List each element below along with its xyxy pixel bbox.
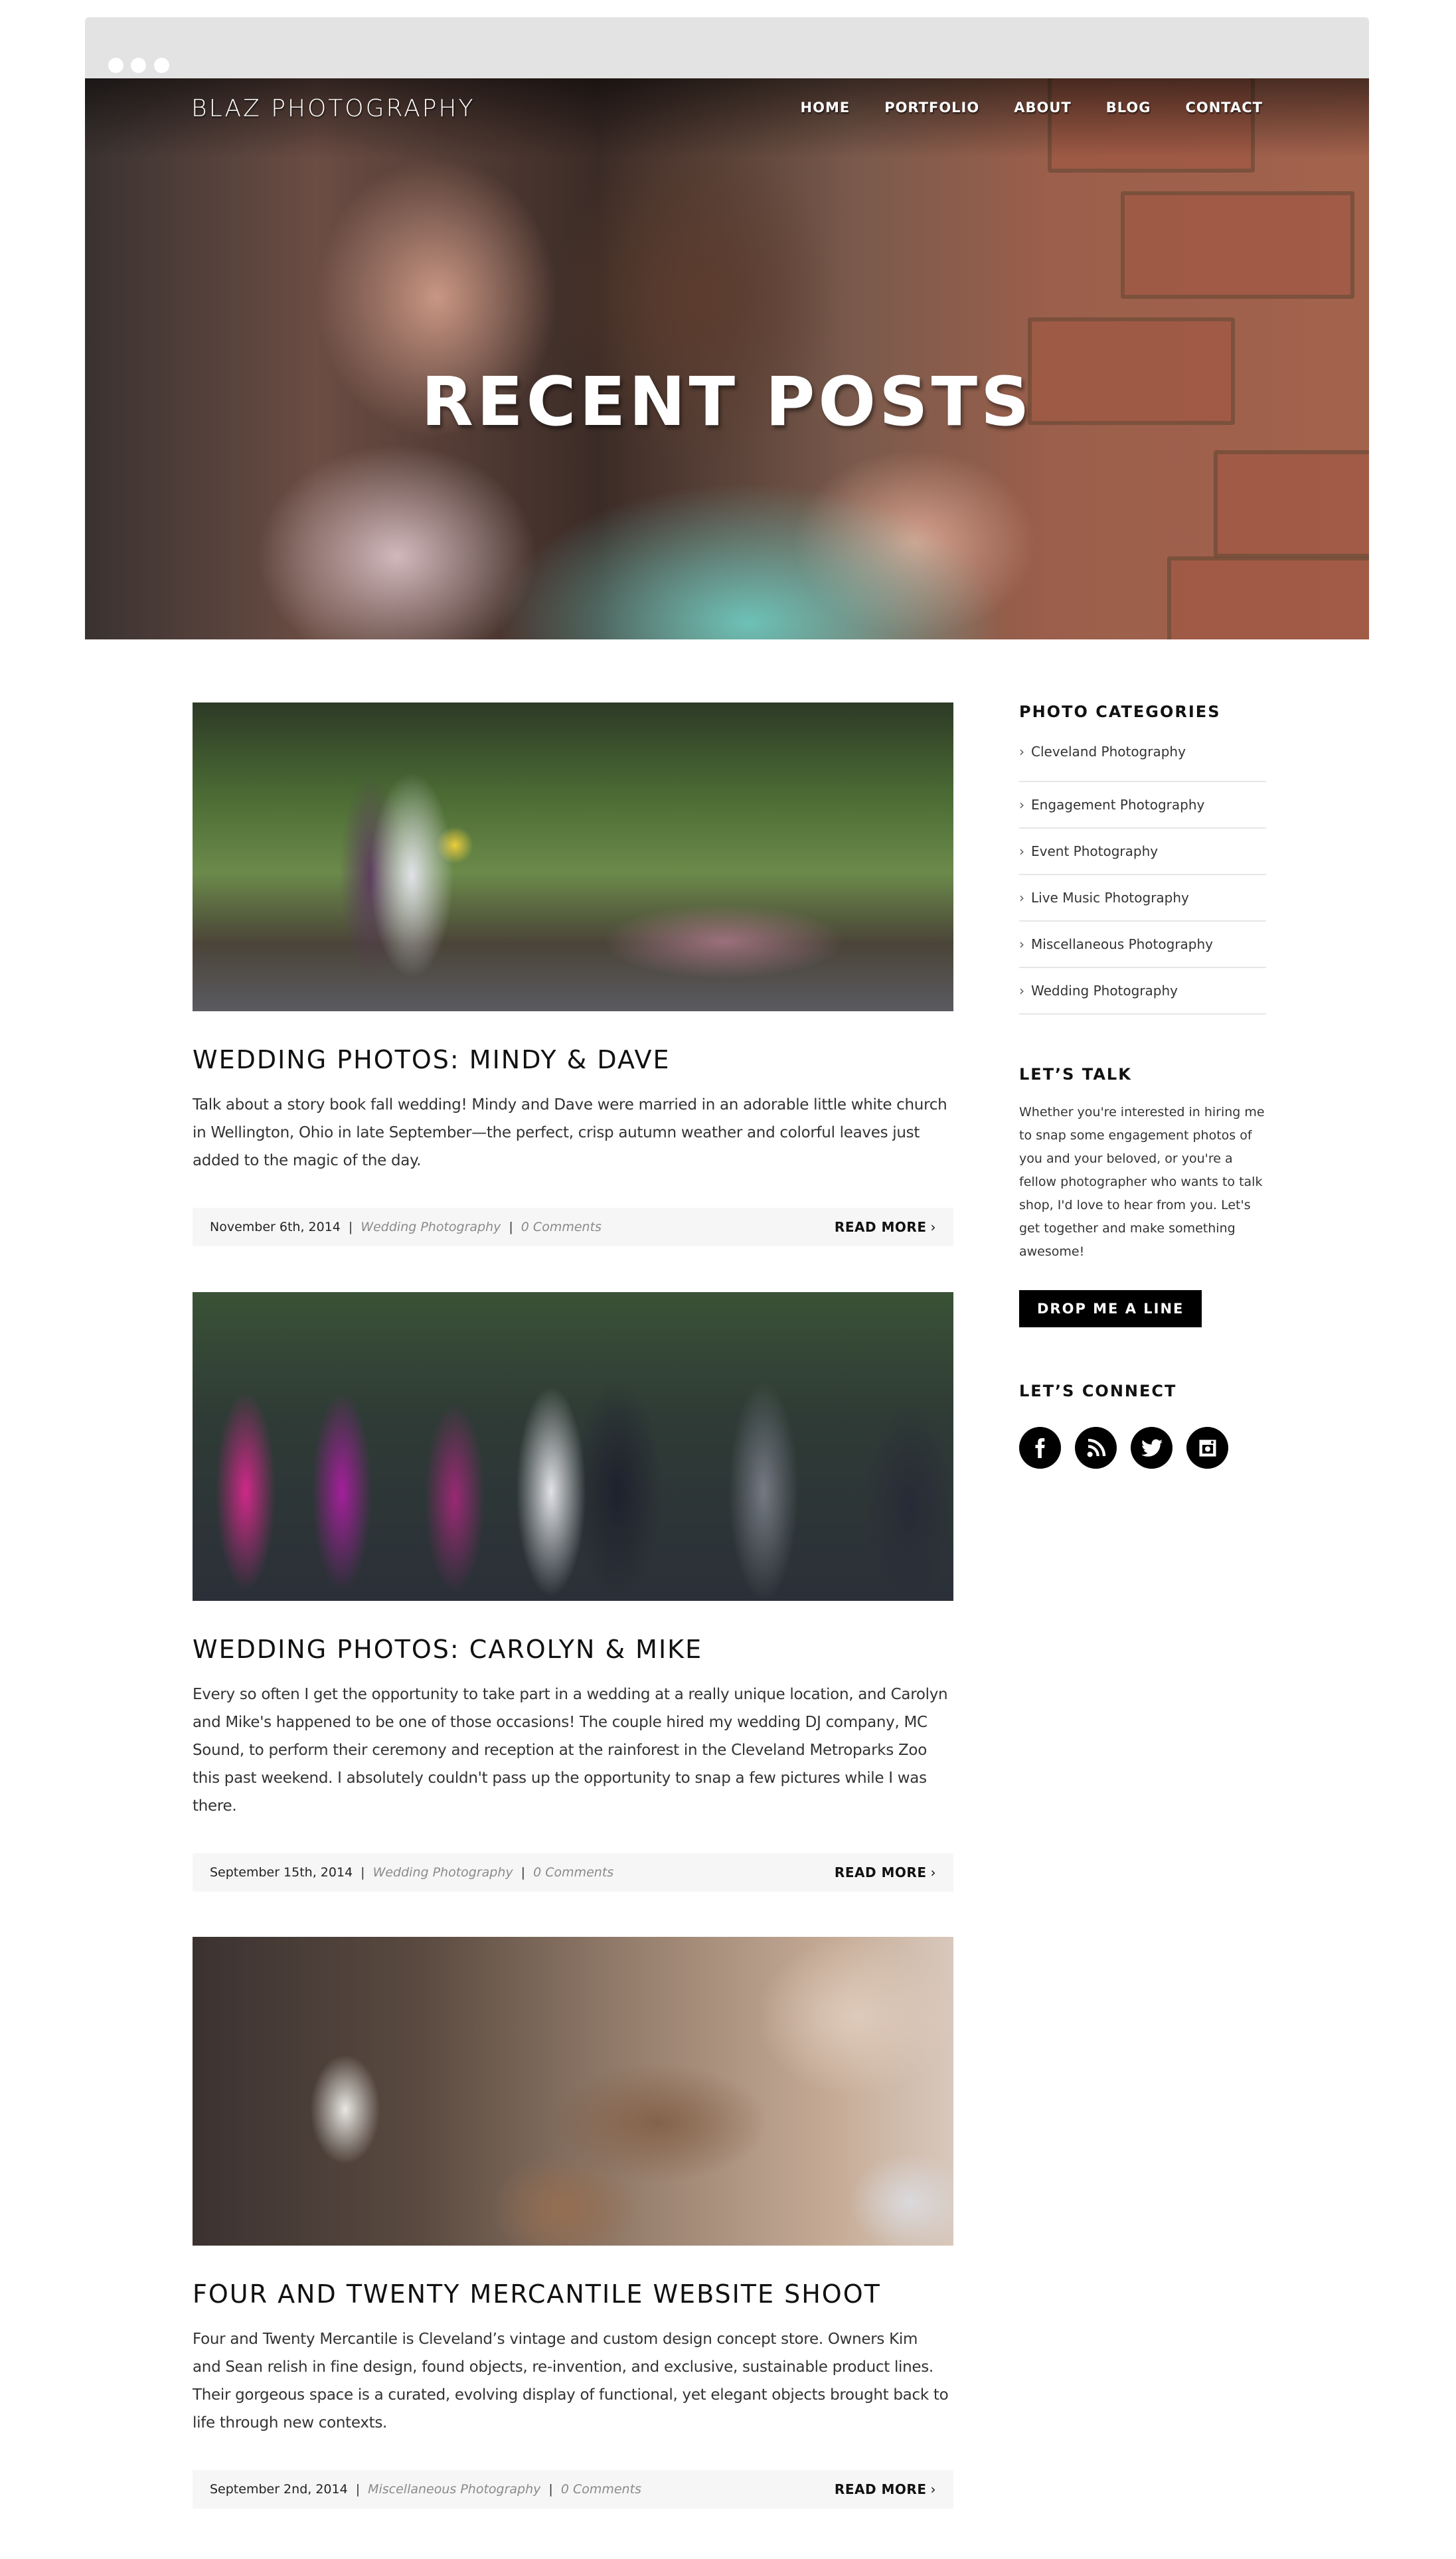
- meta-separator: |: [509, 1220, 513, 1234]
- chevron-right-icon: ›: [1019, 936, 1024, 952]
- chevron-right-icon: ›: [930, 1864, 936, 1880]
- post-title[interactable]: FOUR AND TWENTY MERCANTILE WEBSITE SHOOT: [193, 2277, 953, 2311]
- sidebar: PHOTO CATEGORIES › Cleveland Photography …: [1019, 702, 1266, 1469]
- nav-portfolio[interactable]: PORTFOLIO: [884, 100, 979, 116]
- hero-photo-detail: [1214, 450, 1369, 558]
- post-title[interactable]: WEDDING PHOTOS: CAROLYN & MIKE: [193, 1633, 953, 1666]
- lets-talk-text: Whether you're interested in hiring me t…: [1019, 1105, 1265, 1259]
- hero-photo-detail: [1167, 556, 1369, 639]
- post-meta-bar: September 15th, 2014 | Wedding Photograp…: [193, 1853, 953, 1892]
- post-title[interactable]: WEDDING PHOTOS: MINDY & DAVE: [193, 1043, 953, 1076]
- window-dot-icon: [108, 58, 123, 73]
- post-comments-link[interactable]: 0 Comments: [561, 2482, 641, 2497]
- rss-link[interactable]: [1075, 1427, 1117, 1469]
- read-more-label: READ MORE: [834, 1864, 927, 1880]
- meta-separator: |: [548, 2482, 553, 2497]
- category-item[interactable]: › Event Photography: [1019, 829, 1266, 875]
- post-comments-link[interactable]: 0 Comments: [521, 1220, 602, 1234]
- category-label: Live Music Photography: [1031, 890, 1189, 906]
- post-date: November 6th, 2014: [210, 1220, 341, 1234]
- instagram-icon: [1199, 1440, 1216, 1456]
- category-label: Miscellaneous Photography: [1031, 936, 1214, 952]
- post-image[interactable]: [193, 702, 953, 1011]
- twitter-icon: [1141, 1439, 1163, 1457]
- category-item[interactable]: › Miscellaneous Photography: [1019, 922, 1266, 968]
- window-dot-icon: [154, 58, 169, 73]
- meta-separator: |: [348, 1220, 353, 1234]
- read-more-link[interactable]: READ MORE ›: [835, 1864, 936, 1880]
- category-label: Wedding Photography: [1031, 983, 1178, 999]
- categories-heading: PHOTO CATEGORIES: [1019, 702, 1221, 721]
- post-date: September 15th, 2014: [210, 1865, 353, 1880]
- category-label: Engagement Photography: [1031, 797, 1205, 813]
- chevron-right-icon: ›: [1019, 843, 1024, 859]
- post-excerpt: Every so often I get the opportunity to …: [193, 1686, 948, 1815]
- page-title: RECENT POSTS: [421, 363, 1033, 442]
- chevron-right-icon: ›: [1019, 744, 1024, 760]
- post-category-link[interactable]: Miscellaneous Photography: [368, 2482, 540, 2497]
- social-links: [1019, 1427, 1266, 1469]
- post-date: September 2nd, 2014: [210, 2482, 348, 2497]
- chevron-right-icon: ›: [1019, 890, 1024, 906]
- post-image[interactable]: [193, 1292, 953, 1601]
- chevron-right-icon: ›: [1019, 983, 1024, 999]
- category-label: Event Photography: [1031, 843, 1159, 859]
- read-more-link[interactable]: READ MORE ›: [835, 1219, 936, 1235]
- read-more-link[interactable]: READ MORE ›: [835, 2481, 936, 2497]
- read-more-label: READ MORE: [834, 1219, 927, 1235]
- rss-icon: [1087, 1438, 1105, 1457]
- category-list: › Cleveland Photography › Engagement Photo…: [1019, 744, 1266, 1015]
- lets-connect-heading: LET’S CONNECT: [1019, 1382, 1177, 1400]
- hero-photo-detail: [1121, 191, 1354, 299]
- meta-separator: |: [361, 1865, 365, 1880]
- twitter-link[interactable]: [1131, 1427, 1173, 1469]
- chevron-right-icon: ›: [1019, 797, 1024, 813]
- drop-me-a-line-button[interactable]: DROP ME A LINE: [1019, 1290, 1202, 1327]
- post-meta-bar: November 6th, 2014 | Wedding Photography…: [193, 1208, 953, 1246]
- post-comments-link[interactable]: 0 Comments: [533, 1865, 613, 1880]
- post-card: WEDDING PHOTOS: CAROLYN & MIKE Every so …: [193, 1292, 953, 1892]
- category-item[interactable]: › Engagement Photography: [1019, 782, 1266, 829]
- post-meta-bar: September 2nd, 2014 | Miscellaneous Phot…: [193, 2470, 953, 2509]
- instagram-link[interactable]: [1186, 1427, 1228, 1469]
- meta-separator: |: [355, 2482, 361, 2497]
- category-item[interactable]: › Wedding Photography: [1019, 968, 1266, 1015]
- post-card: WEDDING PHOTOS: MINDY & DAVE Talk about …: [193, 702, 953, 1246]
- read-more-label: READ MORE: [834, 2481, 927, 2497]
- facebook-link[interactable]: [1019, 1427, 1061, 1469]
- nav-contact[interactable]: CONTACT: [1185, 100, 1263, 116]
- post-card: FOUR AND TWENTY MERCANTILE WEBSITE SHOOT…: [193, 1937, 953, 2509]
- window-dot-icon: [131, 58, 146, 73]
- main-nav: HOME PORTFOLIO ABOUT BLOG CONTACT: [766, 100, 1263, 116]
- post-image[interactable]: [193, 1937, 953, 2246]
- site-logo[interactable]: BLAZ PHOTOGRAPHY: [191, 95, 475, 122]
- post-category-link[interactable]: Wedding Photography: [361, 1220, 501, 1234]
- lets-talk-heading: LET’S TALK: [1019, 1065, 1132, 1084]
- category-label: Cleveland Photography: [1031, 744, 1186, 760]
- hero-banner: BLAZ PHOTOGRAPHY HOME PORTFOLIO ABOUT BL…: [85, 78, 1369, 639]
- post-excerpt: Four and Twenty Mercantile is Cleveland’…: [193, 2331, 949, 2432]
- meta-separator: |: [521, 1865, 526, 1880]
- chevron-right-icon: ›: [930, 2481, 936, 2497]
- category-item[interactable]: › Live Music Photography: [1019, 875, 1266, 922]
- nav-blog[interactable]: BLOG: [1106, 100, 1151, 116]
- facebook-icon: [1035, 1438, 1045, 1458]
- browser-chrome: [85, 17, 1369, 78]
- post-category-link[interactable]: Wedding Photography: [373, 1865, 513, 1880]
- nav-about[interactable]: ABOUT: [1014, 100, 1072, 116]
- category-item[interactable]: › Cleveland Photography: [1019, 744, 1266, 782]
- post-excerpt: Talk about a story book fall wedding! Mi…: [193, 1096, 947, 1169]
- nav-home[interactable]: HOME: [801, 100, 850, 116]
- chevron-right-icon: ›: [930, 1219, 936, 1235]
